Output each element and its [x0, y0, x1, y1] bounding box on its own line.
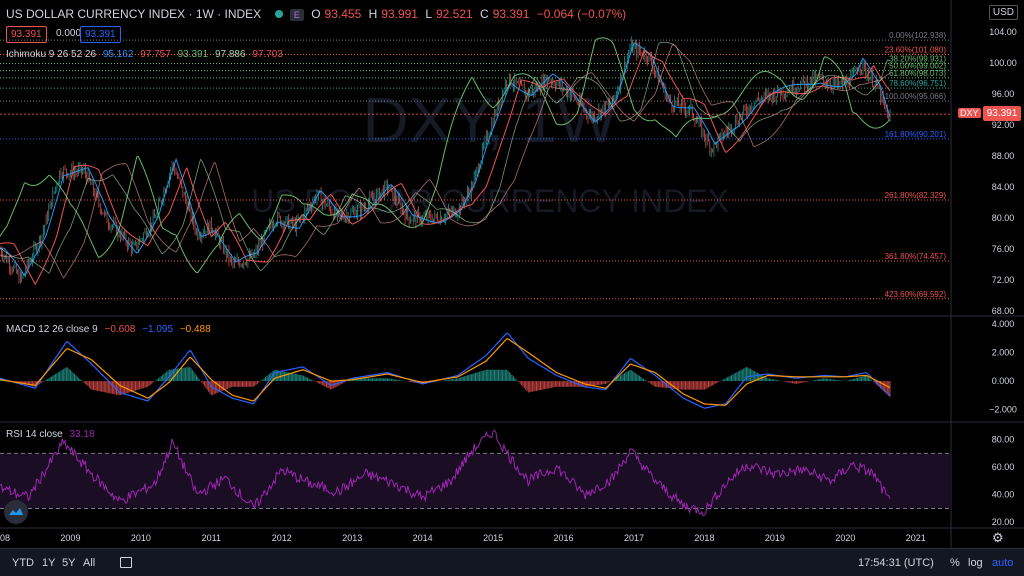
currency-button[interactable]: USD [988, 5, 1018, 20]
log-toggle[interactable]: log [968, 557, 983, 569]
macd-hist-value: −0.608 [104, 324, 136, 335]
ask-price-box[interactable]: 93.391 [80, 26, 121, 43]
fib-level-label: 361.80%(74.457) [885, 252, 947, 261]
open-label: O [311, 7, 321, 21]
bottom-toolbar: YTD 1Y 5Y All 17:54:31 (UTC) % log auto [0, 548, 1024, 576]
range-5y-button[interactable]: 5Y [62, 557, 75, 569]
price-axis-tick: 88.00 [992, 151, 1015, 161]
rsi-axis-tick: 20.00 [992, 517, 1015, 527]
tradingview-logo-icon[interactable] [4, 500, 28, 524]
fib-level-label: 23.60%(101.080) [885, 46, 947, 55]
price-axis-tick: 100.00 [989, 58, 1017, 68]
time-axis-tick: 2020 [835, 533, 855, 543]
fib-level-label: 78.60%(96.751) [889, 79, 946, 88]
ichimoku-label: Ichimoku 9 26 52 26 [6, 49, 97, 60]
price-axis-tick: 104.00 [989, 27, 1017, 37]
price-axis-tick: 76.00 [992, 244, 1015, 254]
price-axis-tick: 92.00 [992, 120, 1015, 130]
low-label: L [425, 7, 432, 21]
price-axis-tick: 68.00 [992, 306, 1015, 316]
macd-axis-tick: 4.000 [992, 319, 1015, 329]
macd-axis-tick: 0.000 [992, 376, 1015, 386]
percent-toggle[interactable]: % [950, 557, 960, 569]
time-axis-tick: 2019 [765, 533, 785, 543]
fib-level-label: 423.60%(69.592) [885, 290, 947, 299]
time-axis-tick: 2009 [60, 533, 80, 543]
time-axis-tick: 2013 [342, 533, 362, 543]
calendar-icon[interactable] [120, 557, 132, 568]
price-axis-tick: 84.00 [992, 182, 1015, 192]
macd-line [0, 332, 891, 409]
time-axis-tick: 2021 [906, 533, 926, 543]
macd-signal-value: −0.488 [179, 324, 211, 335]
time-axis-tick: 2014 [413, 533, 433, 543]
candles-group [0, 36, 891, 284]
ichimoku-spana-line [0, 42, 891, 274]
ichimoku-tenkan-value: 95.162 [102, 49, 134, 60]
bid-price-box[interactable]: 93.391 [6, 26, 47, 43]
rsi-label: RSI 14 close [6, 429, 63, 440]
fib-level-label: 100.00%(95.066) [885, 92, 947, 101]
macd-line-value: −1.095 [142, 324, 174, 335]
time-axis-tick: 2008 [0, 533, 10, 543]
range-ytd-button[interactable]: YTD [12, 557, 34, 569]
clock-time[interactable]: 17:54:31 (UTC) [858, 557, 934, 569]
ichimoku-legend[interactable]: Ichimoku 9 26 52 26 95.162 97.757 93.391… [6, 49, 287, 60]
macd-label: MACD 12 26 close 9 [6, 324, 98, 335]
macd-axis-tick: −2.000 [989, 405, 1017, 415]
price-axis-tick: 96.00 [992, 89, 1015, 99]
last-price-badge: 93.391 [983, 106, 1021, 121]
rsi-legend[interactable]: RSI 14 close 33.18 [6, 429, 99, 440]
time-axis-tick: 2018 [694, 533, 714, 543]
settings-gear-icon[interactable]: ⚙ [992, 530, 1004, 546]
market-status-icon [274, 10, 283, 18]
macd-signal-line [0, 338, 891, 406]
time-axis-tick: 2011 [202, 533, 221, 543]
ichimoku-spanb-line [0, 43, 891, 279]
time-axis-tick: 2010 [131, 533, 151, 543]
fib-level-label: 61.80%(98.073) [889, 69, 946, 78]
ichimoku-chikou-value: 93.391 [177, 49, 209, 60]
fib-level-label: 0.00%(102.938) [889, 31, 946, 40]
rsi-axis-tick: 80.00 [992, 435, 1015, 445]
e-badge: E [289, 9, 304, 21]
rsi-axis-tick: 60.00 [992, 462, 1015, 472]
close-label: C [480, 7, 489, 21]
chart-header: US DOLLAR CURRENCY INDEX · 1W · INDEX E … [6, 7, 630, 21]
high-value: 93.991 [381, 7, 418, 21]
ichimoku-kijun-value: 97.757 [140, 49, 171, 60]
time-axis-tick: 2016 [554, 533, 574, 543]
time-axis-tick: 2017 [624, 533, 644, 543]
auto-toggle[interactable]: auto [992, 557, 1013, 569]
rsi-axis-tick: 40.00 [992, 490, 1015, 500]
close-value: 93.391 [492, 7, 530, 21]
time-axis-tick: 2015 [483, 533, 503, 543]
macd-legend[interactable]: MACD 12 26 close 9 −0.608 −1.095 −0.488 [6, 324, 215, 335]
low-value: 92.521 [436, 7, 473, 21]
fib-level-label: 261.80%(82.329) [885, 191, 947, 200]
macd-histogram-group [0, 366, 891, 398]
rsi-value: 33.18 [69, 429, 95, 440]
time-axis-tick: 2012 [272, 533, 292, 543]
open-value: 93.455 [324, 7, 362, 21]
macd-axis-tick: 2.000 [992, 348, 1015, 358]
range-all-button[interactable]: All [83, 557, 95, 569]
ichimoku-spanb-value: 97.703 [252, 49, 283, 60]
chart-canvas[interactable]: DXY, 1WUS DOLLAR CURRENCY INDEX68.0072.0… [0, 0, 1024, 548]
rsi-band-fill [0, 453, 951, 509]
change-value: −0.064 (−0.07%) [536, 7, 627, 21]
price-axis-tick: 72.00 [992, 275, 1015, 285]
high-label: H [368, 7, 378, 21]
fib-level-label: 161.80%(90.201) [885, 130, 947, 139]
price-axis-tick: 80.00 [992, 213, 1015, 223]
range-1y-button[interactable]: 1Y [42, 557, 55, 569]
symbol-price-tag: DXY [958, 108, 981, 118]
symbol-title[interactable]: US DOLLAR CURRENCY INDEX · 1W · INDEX [6, 7, 261, 21]
ichimoku-spana-value: 97.886 [214, 49, 246, 60]
